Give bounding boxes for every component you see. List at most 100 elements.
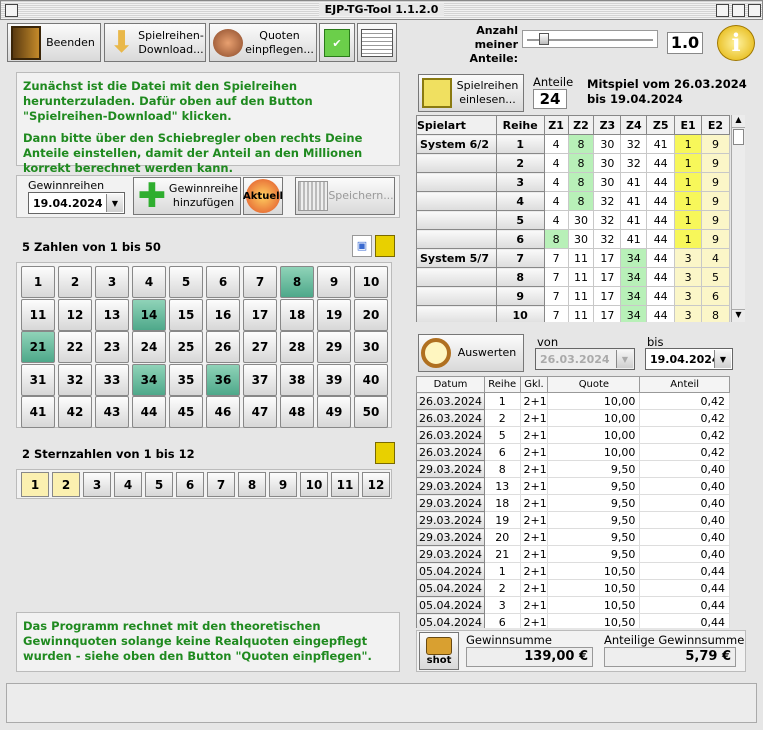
anteile-slider[interactable] <box>522 30 658 48</box>
beenden-button[interactable]: Beenden <box>7 23 101 62</box>
zahl-button-35[interactable]: 35 <box>169 363 203 396</box>
auswertung-header-reihe[interactable]: Reihe <box>483 376 521 393</box>
table-row[interactable]: 2 4 8 30 32 44 1 9 <box>416 153 730 173</box>
news-button[interactable] <box>357 23 397 62</box>
zahl-button-43[interactable]: 43 <box>95 396 129 428</box>
spielreihen-einlesen-button[interactable]: Spielreihen einlesen... <box>418 74 524 112</box>
zahl-button-34[interactable]: 34 <box>132 363 166 396</box>
zahl-button-1[interactable]: 1 <box>21 266 55 298</box>
zahl-button-16[interactable]: 16 <box>206 298 240 331</box>
stern-button-3[interactable]: 3 <box>83 472 111 497</box>
spielreihen-header-z1[interactable]: Z1 <box>543 115 569 135</box>
speichern-button[interactable]: Speichern... <box>295 177 395 215</box>
table-row[interactable]: 05.04.2024 6 2+1 10,50 0,44 <box>416 613 730 628</box>
zahl-button-8[interactable]: 8 <box>280 266 314 298</box>
spielreihen-header-e1[interactable]: E1 <box>674 115 703 135</box>
stern-button-7[interactable]: 7 <box>207 472 235 497</box>
spielreihen-scrollbar[interactable]: ▲ ▼ <box>731 115 745 322</box>
maximize-window-button[interactable] <box>732 4 745 17</box>
zahl-button-32[interactable]: 32 <box>58 363 92 396</box>
auswertung-header-gkl[interactable]: Gkl. <box>519 376 549 393</box>
zahl-button-46[interactable]: 46 <box>206 396 240 428</box>
zahl-button-30[interactable]: 30 <box>354 331 388 363</box>
trash-sterne-icon[interactable] <box>375 442 395 464</box>
spielreihen-header-e2[interactable]: E2 <box>701 115 730 135</box>
zahl-button-9[interactable]: 9 <box>317 266 351 298</box>
zahl-button-40[interactable]: 40 <box>354 363 388 396</box>
stern-button-4[interactable]: 4 <box>114 472 142 497</box>
zahl-button-33[interactable]: 33 <box>95 363 129 396</box>
table-row[interactable]: 8 7 11 17 34 44 3 5 <box>416 267 730 287</box>
auswertung-header-anteil[interactable]: Anteil <box>639 376 730 393</box>
aktuell-button[interactable]: Aktuell <box>243 177 283 215</box>
table-row[interactable]: 10 7 11 17 34 44 3 8 <box>416 305 730 322</box>
stern-button-6[interactable]: 6 <box>176 472 204 497</box>
table-row[interactable]: 29.03.2024 21 2+1 9,50 0,40 <box>416 545 730 563</box>
table-row[interactable]: 5 4 30 32 41 44 1 9 <box>416 210 730 230</box>
zahl-button-3[interactable]: 3 <box>95 266 129 298</box>
zahl-button-4[interactable]: 4 <box>132 266 166 298</box>
zahl-button-7[interactable]: 7 <box>243 266 277 298</box>
zahl-button-19[interactable]: 19 <box>317 298 351 331</box>
von-date-select[interactable]: 26.03.2024 ▼ <box>535 348 635 370</box>
zahl-button-6[interactable]: 6 <box>206 266 240 298</box>
zahl-button-42[interactable]: 42 <box>58 396 92 428</box>
table-row[interactable]: 6 8 30 32 41 44 1 9 <box>416 229 730 249</box>
table-row[interactable]: 29.03.2024 19 2+1 9,50 0,40 <box>416 511 730 529</box>
table-row[interactable]: System 5/7 7 7 11 17 34 44 3 4 <box>416 248 730 268</box>
zahl-button-37[interactable]: 37 <box>243 363 277 396</box>
zahl-button-14[interactable]: 14 <box>132 298 166 331</box>
spielreihen-header-z3[interactable]: Z3 <box>593 115 622 135</box>
zahl-button-20[interactable]: 20 <box>354 298 388 331</box>
table-row[interactable]: 26.03.2024 2 2+1 10,00 0,42 <box>416 409 730 427</box>
zahl-button-21[interactable]: 21 <box>21 331 55 363</box>
zahl-button-2[interactable]: 2 <box>58 266 92 298</box>
zahl-button-25[interactable]: 25 <box>169 331 203 363</box>
stern-button-9[interactable]: 9 <box>269 472 297 497</box>
zahl-button-10[interactable]: 10 <box>354 266 388 298</box>
stern-button-8[interactable]: 8 <box>238 472 266 497</box>
table-row[interactable]: 3 4 8 30 41 44 1 9 <box>416 172 730 192</box>
minimize-window-button[interactable] <box>716 4 729 17</box>
auswertung-header-datum[interactable]: Datum <box>416 376 485 393</box>
zahl-button-47[interactable]: 47 <box>243 396 277 428</box>
zahl-button-49[interactable]: 49 <box>317 396 351 428</box>
zahl-button-23[interactable]: 23 <box>95 331 129 363</box>
zahl-button-36[interactable]: 36 <box>206 363 240 396</box>
quoten-einpflegen-button[interactable]: Quoten einpflegen... <box>209 23 317 62</box>
table-row[interactable]: 26.03.2024 6 2+1 10,00 0,42 <box>416 443 730 461</box>
stern-button-10[interactable]: 10 <box>300 472 328 497</box>
auswertung-header-quote[interactable]: Quote <box>547 376 641 393</box>
table-row[interactable]: 29.03.2024 8 2+1 9,50 0,40 <box>416 460 730 478</box>
close-window-button[interactable] <box>5 4 18 17</box>
zahl-button-18[interactable]: 18 <box>280 298 314 331</box>
zahl-button-50[interactable]: 50 <box>354 396 388 428</box>
zahl-button-27[interactable]: 27 <box>243 331 277 363</box>
table-row[interactable]: 26.03.2024 1 2+1 10,00 0,42 <box>416 392 730 410</box>
zahl-button-11[interactable]: 11 <box>21 298 55 331</box>
table-row[interactable]: 4 4 8 32 41 44 1 9 <box>416 191 730 211</box>
stern-button-2[interactable]: 2 <box>52 472 80 497</box>
spielreihen-download-button[interactable]: ⬇ Spielreihen- Download... <box>104 23 206 62</box>
stern-button-5[interactable]: 5 <box>145 472 173 497</box>
zahl-button-29[interactable]: 29 <box>317 331 351 363</box>
spielreihen-header-z5[interactable]: Z5 <box>646 115 676 135</box>
info-icon[interactable]: i <box>717 25 755 61</box>
table-row[interactable]: 05.04.2024 2 2+1 10,50 0,44 <box>416 579 730 597</box>
zahl-button-5[interactable]: 5 <box>169 266 203 298</box>
zahl-button-48[interactable]: 48 <box>280 396 314 428</box>
zahl-button-13[interactable]: 13 <box>95 298 129 331</box>
table-row[interactable]: 05.04.2024 3 2+1 10,50 0,44 <box>416 596 730 614</box>
stern-button-11[interactable]: 11 <box>331 472 359 497</box>
spielreihen-header-spielart[interactable]: Spielart <box>416 115 497 135</box>
spielreihen-header-reihe[interactable]: Reihe <box>495 115 545 135</box>
table-row[interactable]: System 6/2 1 4 8 30 32 41 1 9 <box>416 134 730 154</box>
collapse-window-button[interactable] <box>748 4 761 17</box>
spielreihen-header-z2[interactable]: Z2 <box>567 115 595 135</box>
gewinnreihe-hinzufuegen-button[interactable]: ✚ Gewinnreihe hinzufügen <box>133 177 241 215</box>
zahl-button-12[interactable]: 12 <box>58 298 92 331</box>
table-row[interactable]: 9 7 11 17 34 44 3 6 <box>416 286 730 306</box>
stern-button-12[interactable]: 12 <box>362 472 390 497</box>
slider-thumb[interactable] <box>539 33 549 45</box>
zahl-button-24[interactable]: 24 <box>132 331 166 363</box>
